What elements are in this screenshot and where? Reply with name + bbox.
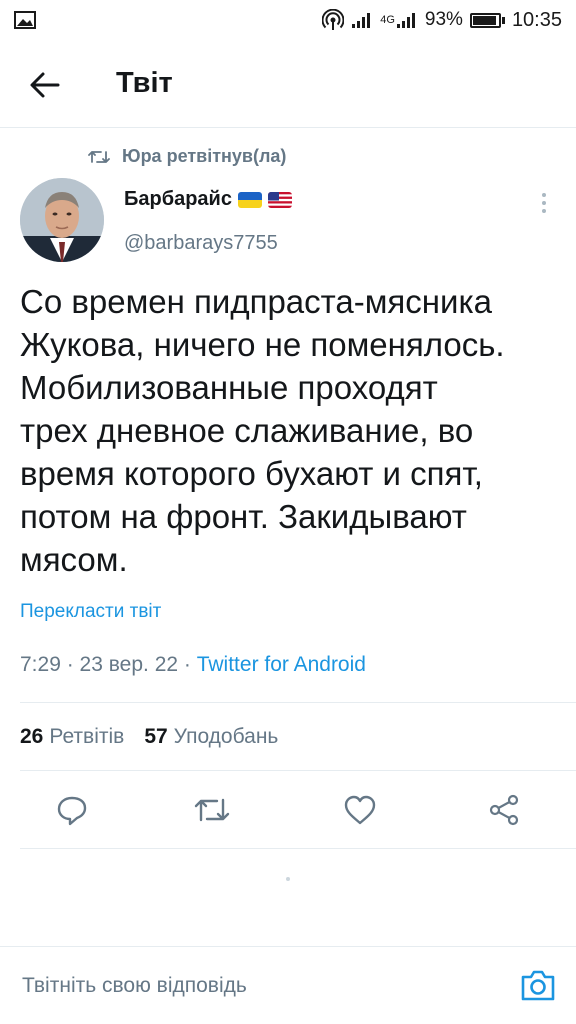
avatar-image <box>20 178 104 262</box>
heart-icon <box>344 795 376 825</box>
status-right: 4G 93% 10:35 <box>322 9 562 32</box>
tweet-text-line: Мобилизованные проходят <box>20 369 438 406</box>
tweet-text-line: Со времен пидпраста-мясника <box>20 283 492 320</box>
signal-icon-1 <box>352 13 371 28</box>
tweet-text-line: время которого бухают и спят, <box>20 455 483 492</box>
share-icon <box>489 794 519 826</box>
reply-bar: Твітніть свою відповідь <box>0 946 576 1024</box>
tweet-source-link[interactable]: Twitter for Android <box>197 653 366 676</box>
reply-button[interactable] <box>52 788 92 832</box>
tweet-time: 7:29 <box>20 653 61 676</box>
tweet-meta: 7:29 · 23 вер. 22 · Twitter for Android <box>20 653 366 677</box>
signal-icon-2 <box>396 13 415 28</box>
page-title: Твіт <box>116 67 173 99</box>
retweets-stat[interactable]: 26 Ретвітів <box>20 725 124 749</box>
retweet-button[interactable] <box>192 788 232 832</box>
meta-separator: · <box>66 653 80 676</box>
likes-label: Уподобань <box>173 725 279 748</box>
app-header: Твіт <box>0 40 576 128</box>
divider <box>20 702 576 703</box>
tweet-stats: 26 Ретвітів 57 Уподобань <box>20 725 278 749</box>
back-arrow-icon[interactable] <box>28 68 62 102</box>
reply-input[interactable]: Твітніть свою відповідь <box>22 974 247 998</box>
divider <box>20 848 576 849</box>
tweet-date: 23 вер. 22 <box>79 653 179 676</box>
more-options-icon[interactable] <box>534 190 554 218</box>
tweet-text-line: трех дневное слаживание, во <box>20 412 474 449</box>
divider <box>20 770 576 771</box>
likes-count: 57 <box>144 725 168 748</box>
retweet-icon <box>194 798 230 822</box>
tweet-text-line: Жукова, ничего не поменялось. <box>20 326 505 363</box>
image-notification-icon <box>14 11 36 29</box>
avatar[interactable] <box>20 178 104 262</box>
loading-dot <box>286 877 290 881</box>
action-bar <box>0 788 576 832</box>
retweeted-by-label: Юра ретвітнув(ла) <box>122 146 287 166</box>
retweets-label: Ретвітів <box>49 725 125 748</box>
author-name[interactable]: Барбарайс <box>124 188 292 211</box>
retweets-count: 26 <box>20 725 44 748</box>
retweet-context[interactable]: Юра ретвітнув(ла) <box>88 146 286 167</box>
translate-tweet-link[interactable]: Перекласти твіт <box>20 601 161 623</box>
network-type-label: 4G <box>380 14 395 26</box>
battery-percent: 93% <box>424 9 463 30</box>
battery-icon <box>469 12 505 28</box>
ukraine-flag <box>237 191 262 208</box>
like-button[interactable] <box>340 788 380 832</box>
share-button[interactable] <box>484 788 524 832</box>
likes-stat[interactable]: 57 Уподобань <box>144 725 278 749</box>
status-time: 10:35 <box>511 8 562 31</box>
reply-icon <box>57 796 87 826</box>
us-flag <box>267 191 292 208</box>
status-left <box>14 11 36 29</box>
tweet-text-line: потом на фронт. Закидывают <box>20 498 467 535</box>
meta-separator: · <box>183 653 197 676</box>
display-name-text: Барбарайс <box>124 188 232 210</box>
tweet-text: Со времен пидпраста-мясника Жукова, ниче… <box>20 280 560 581</box>
status-bar: 4G 93% 10:35 <box>0 0 576 40</box>
tweet-text-line: мясом. <box>20 541 128 578</box>
camera-icon[interactable] <box>518 965 558 1005</box>
hotspot-icon <box>322 9 345 30</box>
author-handle[interactable]: @barbarays7755 <box>124 232 278 255</box>
retweet-small-icon <box>88 150 110 163</box>
